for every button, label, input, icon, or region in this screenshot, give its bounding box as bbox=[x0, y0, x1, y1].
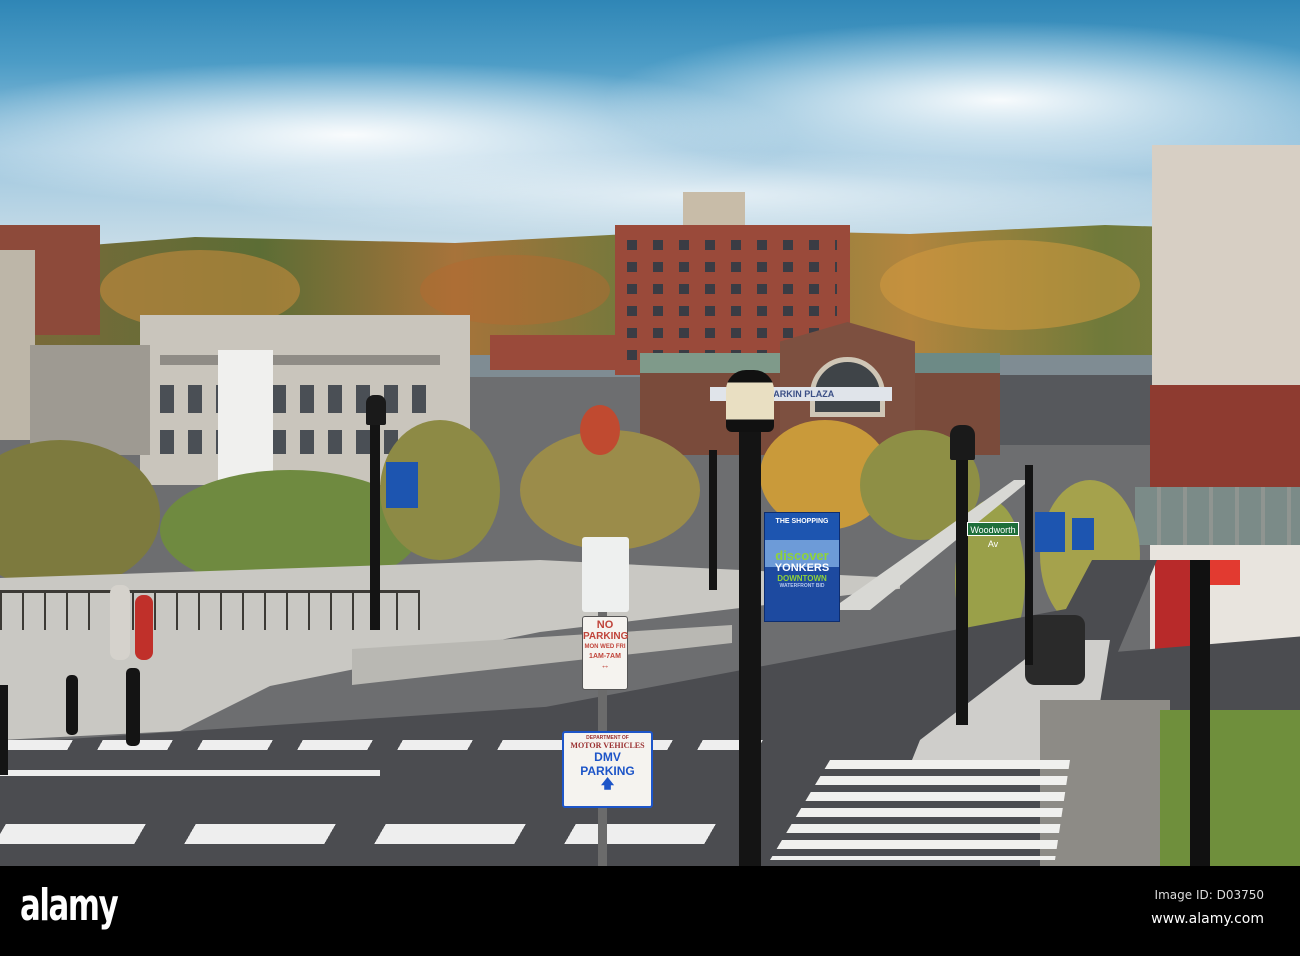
building bbox=[218, 350, 273, 480]
pedestrian bbox=[110, 585, 130, 660]
tower-penthouse bbox=[683, 192, 745, 227]
banner-discover: discover bbox=[775, 548, 829, 563]
cyclists bbox=[1025, 615, 1085, 685]
iron-fence-post bbox=[1190, 560, 1210, 866]
image-id: Image ID: D03750 bbox=[1154, 888, 1264, 902]
bollard bbox=[66, 675, 78, 735]
street-banner bbox=[1072, 518, 1094, 550]
grass bbox=[1160, 710, 1300, 866]
double-arrow-icon: ↔ bbox=[600, 660, 610, 670]
arrow-up-icon: 🡅 bbox=[600, 776, 615, 791]
no-parking-sign: NO PARKING MON WED FRI 1AM-7AM ↔ bbox=[582, 616, 628, 690]
no-parking-line: PARKING bbox=[583, 631, 629, 642]
foliage bbox=[880, 240, 1140, 330]
tree bbox=[0, 440, 160, 590]
slate-roof bbox=[1135, 487, 1300, 545]
dmv-title: MOTOR VEHICLES bbox=[570, 741, 645, 750]
bollard bbox=[126, 668, 140, 746]
street-sign-woodworth: Woodworth Av bbox=[967, 522, 1019, 549]
building bbox=[30, 345, 150, 455]
discover-yonkers-banner: THE SHOPPING discover YONKERS DOWNTOWN W… bbox=[764, 512, 840, 622]
street-banner bbox=[1035, 512, 1065, 552]
dmv-parking-sign: DEPARTMENT OF MOTOR VEHICLES DMV PARKING… bbox=[562, 731, 653, 808]
lamp-post-foreground bbox=[739, 415, 761, 866]
tall-building bbox=[1152, 145, 1300, 395]
no-parking-line: NO bbox=[596, 619, 614, 631]
red-sign bbox=[1205, 560, 1240, 585]
bollard bbox=[0, 685, 8, 775]
pedestrian bbox=[135, 595, 153, 660]
street-banner bbox=[386, 462, 418, 508]
banner-bid: WATERFRONT BID bbox=[779, 583, 825, 589]
photo: LARKIN PLAZA THE SHOPPING discover YONKE… bbox=[0, 0, 1300, 866]
building bbox=[490, 335, 620, 370]
station-roof bbox=[640, 353, 785, 373]
lamp-post bbox=[1025, 465, 1033, 665]
lamp-post bbox=[370, 410, 380, 630]
watermark-bar: alamy Image ID: D03750 www.alamy.com bbox=[0, 866, 1300, 956]
alamy-logo: alamy bbox=[20, 880, 119, 931]
banner-header: THE SHOPPING bbox=[775, 518, 829, 525]
banner-city: YONKERS bbox=[774, 562, 830, 574]
lamp bbox=[366, 395, 386, 425]
tree bbox=[580, 405, 620, 455]
no-parking-days: MON WED FRI bbox=[584, 644, 626, 650]
alamy-url[interactable]: www.alamy.com bbox=[1151, 911, 1264, 927]
faded-sign bbox=[582, 537, 629, 612]
lamp-post bbox=[956, 440, 968, 725]
banner-downtown: DOWNTOWN bbox=[777, 574, 827, 583]
station-roof bbox=[915, 353, 1000, 373]
building bbox=[1000, 375, 1160, 445]
dmv-label: DMV bbox=[594, 750, 621, 764]
railing bbox=[0, 590, 420, 630]
street-lamp bbox=[726, 370, 774, 432]
brick-building bbox=[1150, 385, 1300, 495]
lamp bbox=[950, 425, 975, 460]
lamp-post bbox=[709, 450, 717, 590]
